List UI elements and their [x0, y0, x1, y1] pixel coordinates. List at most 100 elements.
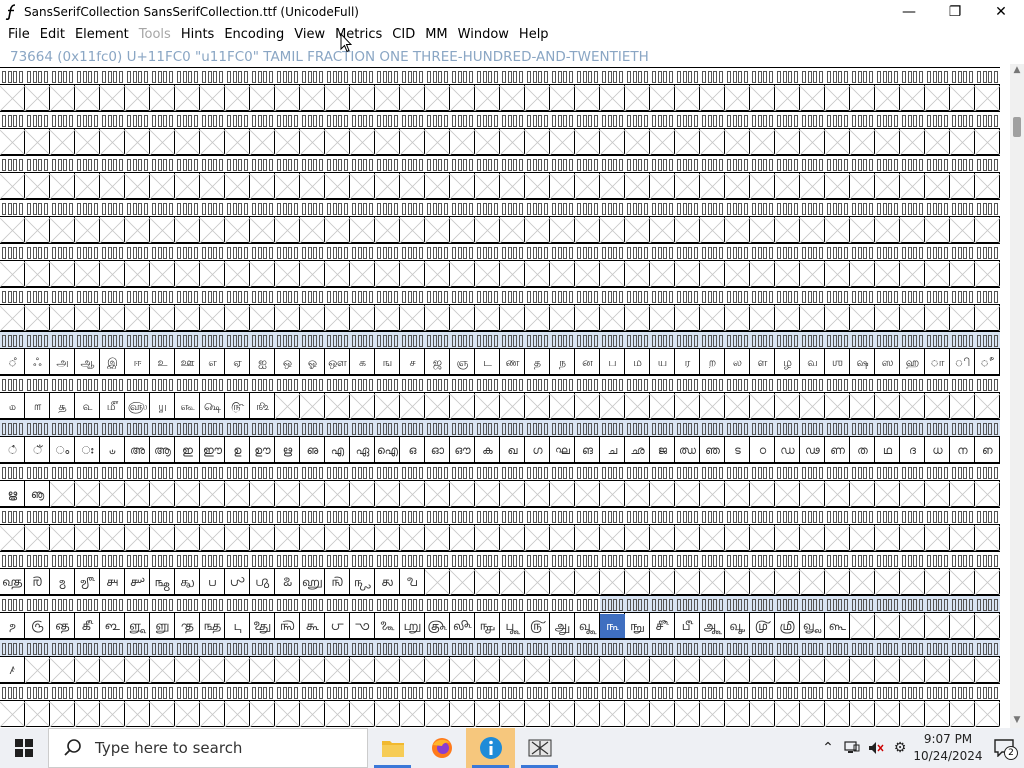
glyph-cell[interactable]	[974, 199, 1001, 244]
glyph-cell[interactable]	[124, 683, 151, 727]
glyph-cell[interactable]	[949, 595, 976, 640]
glyph-cell[interactable]	[549, 111, 576, 156]
fontforge-taskbar-icon[interactable]	[515, 728, 564, 768]
glyph-cell[interactable]	[674, 375, 701, 420]
glyph-cell[interactable]	[299, 639, 326, 684]
glyph-cell[interactable]	[874, 683, 901, 727]
glyph-cell[interactable]	[324, 199, 351, 244]
glyph-cell[interactable]	[674, 683, 701, 727]
glyph-cell[interactable]	[849, 639, 876, 684]
glyph-cell[interactable]	[249, 507, 276, 552]
glyph-cell[interactable]	[799, 551, 826, 596]
glyph-cell[interactable]	[99, 67, 126, 112]
glyph-cell[interactable]	[724, 507, 751, 552]
settings-gear-icon[interactable]: ⚙	[888, 728, 912, 768]
glyph-cell[interactable]: 𑿏	[375, 551, 400, 595]
glyph-cell[interactable]	[74, 287, 101, 332]
glyph-cell[interactable]	[124, 507, 151, 552]
glyph-cell[interactable]	[399, 111, 426, 156]
glyph-cell[interactable]	[24, 67, 51, 112]
glyph-cell[interactable]	[624, 507, 651, 552]
glyph-cell[interactable]	[274, 67, 301, 112]
glyph-cell[interactable]	[324, 287, 351, 332]
glyph-cell[interactable]	[749, 111, 776, 156]
glyph-cell[interactable]: ல	[725, 331, 750, 375]
glyph-cell[interactable]: 𑿒	[25, 595, 50, 639]
glyph-cell[interactable]	[249, 287, 276, 332]
glyph-cell[interactable]: ஊ	[175, 331, 200, 375]
glyph-cell[interactable]	[424, 375, 451, 420]
glyph-cell[interactable]	[974, 375, 1001, 420]
glyph-cell[interactable]	[199, 287, 226, 332]
glyph-cell[interactable]	[499, 287, 526, 332]
glyph-cell[interactable]	[699, 155, 726, 200]
glyph-cell[interactable]	[924, 243, 951, 288]
glyph-cell[interactable]	[849, 507, 876, 552]
glyph-cell[interactable]	[899, 463, 926, 508]
glyph-cell[interactable]	[599, 683, 626, 727]
glyph-cell[interactable]	[899, 67, 926, 112]
glyph-cell[interactable]: ௱	[25, 375, 50, 419]
glyph-cell[interactable]	[0, 287, 26, 332]
glyph-cell[interactable]: 𑿄	[100, 551, 125, 595]
menu-tools[interactable]: Tools	[134, 24, 176, 46]
glyph-cell[interactable]	[49, 507, 76, 552]
glyph-cell[interactable]	[324, 155, 351, 200]
glyph-cell[interactable]: ந	[550, 331, 575, 375]
glyph-cell[interactable]	[49, 243, 76, 288]
glyph-cell[interactable]	[0, 155, 26, 200]
glyph-cell[interactable]	[524, 463, 551, 508]
glyph-cell[interactable]: ഓ	[425, 419, 450, 463]
glyph-cell[interactable]: ഈ	[200, 419, 225, 463]
glyph-cell[interactable]	[274, 683, 301, 727]
glyph-cell[interactable]	[699, 287, 726, 332]
glyph-cell[interactable]	[474, 375, 501, 420]
glyph-cell[interactable]	[199, 243, 226, 288]
glyph-cell[interactable]	[624, 463, 651, 508]
glyph-cell[interactable]	[99, 287, 126, 332]
glyph-cell[interactable]: 𑿀	[0, 551, 25, 595]
glyph-cell[interactable]: 𑿐	[400, 551, 425, 595]
glyph-cell[interactable]	[774, 155, 801, 200]
glyph-cell[interactable]	[799, 683, 826, 727]
glyph-cell[interactable]	[374, 463, 401, 508]
glyph-cell[interactable]	[574, 111, 601, 156]
glyph-cell[interactable]	[374, 507, 401, 552]
menu-encoding[interactable]: Encoding	[219, 24, 289, 46]
glyph-cell[interactable]	[74, 463, 101, 508]
glyph-cell[interactable]	[824, 507, 851, 552]
glyph-cell[interactable]	[349, 155, 376, 200]
glyph-cell[interactable]: 𑿌	[300, 551, 325, 595]
glyph-cell[interactable]	[324, 683, 351, 727]
glyph-cell[interactable]: 𑿣	[450, 595, 475, 639]
glyph-cell[interactable]	[774, 111, 801, 156]
glyph-cell[interactable]	[374, 155, 401, 200]
glyph-cell[interactable]	[299, 67, 326, 112]
glyph-cell[interactable]	[724, 67, 751, 112]
glyph-cell[interactable]	[874, 243, 901, 288]
glyph-cell[interactable]: 𑿨	[575, 595, 600, 639]
glyph-cell[interactable]	[949, 199, 976, 244]
glyph-cell[interactable]	[824, 155, 851, 200]
glyph-cell[interactable]	[949, 639, 976, 684]
glyph-cell[interactable]	[224, 67, 251, 112]
glyph-cell[interactable]	[749, 375, 776, 420]
glyph-cell[interactable]	[274, 463, 301, 508]
glyph-cell[interactable]: ௵	[125, 375, 150, 419]
glyph-cell[interactable]	[249, 67, 276, 112]
glyph-cell[interactable]	[224, 155, 251, 200]
glyph-cell[interactable]	[224, 507, 251, 552]
glyph-cell[interactable]	[174, 199, 201, 244]
glyph-cell[interactable]	[774, 199, 801, 244]
glyph-cell[interactable]	[99, 463, 126, 508]
glyph-cell[interactable]	[249, 683, 276, 727]
glyph-cell[interactable]	[974, 507, 1001, 552]
glyph-cell[interactable]: ച	[600, 419, 625, 463]
glyph-cell[interactable]	[549, 155, 576, 200]
glyph-cell[interactable]: 𑿿	[825, 595, 850, 639]
glyph-cell[interactable]	[149, 111, 176, 156]
glyph-cell[interactable]	[474, 639, 501, 684]
glyph-cell[interactable]	[699, 111, 726, 156]
glyph-cell[interactable]: ഗ	[525, 419, 550, 463]
glyph-cell[interactable]: ௺	[250, 375, 275, 419]
